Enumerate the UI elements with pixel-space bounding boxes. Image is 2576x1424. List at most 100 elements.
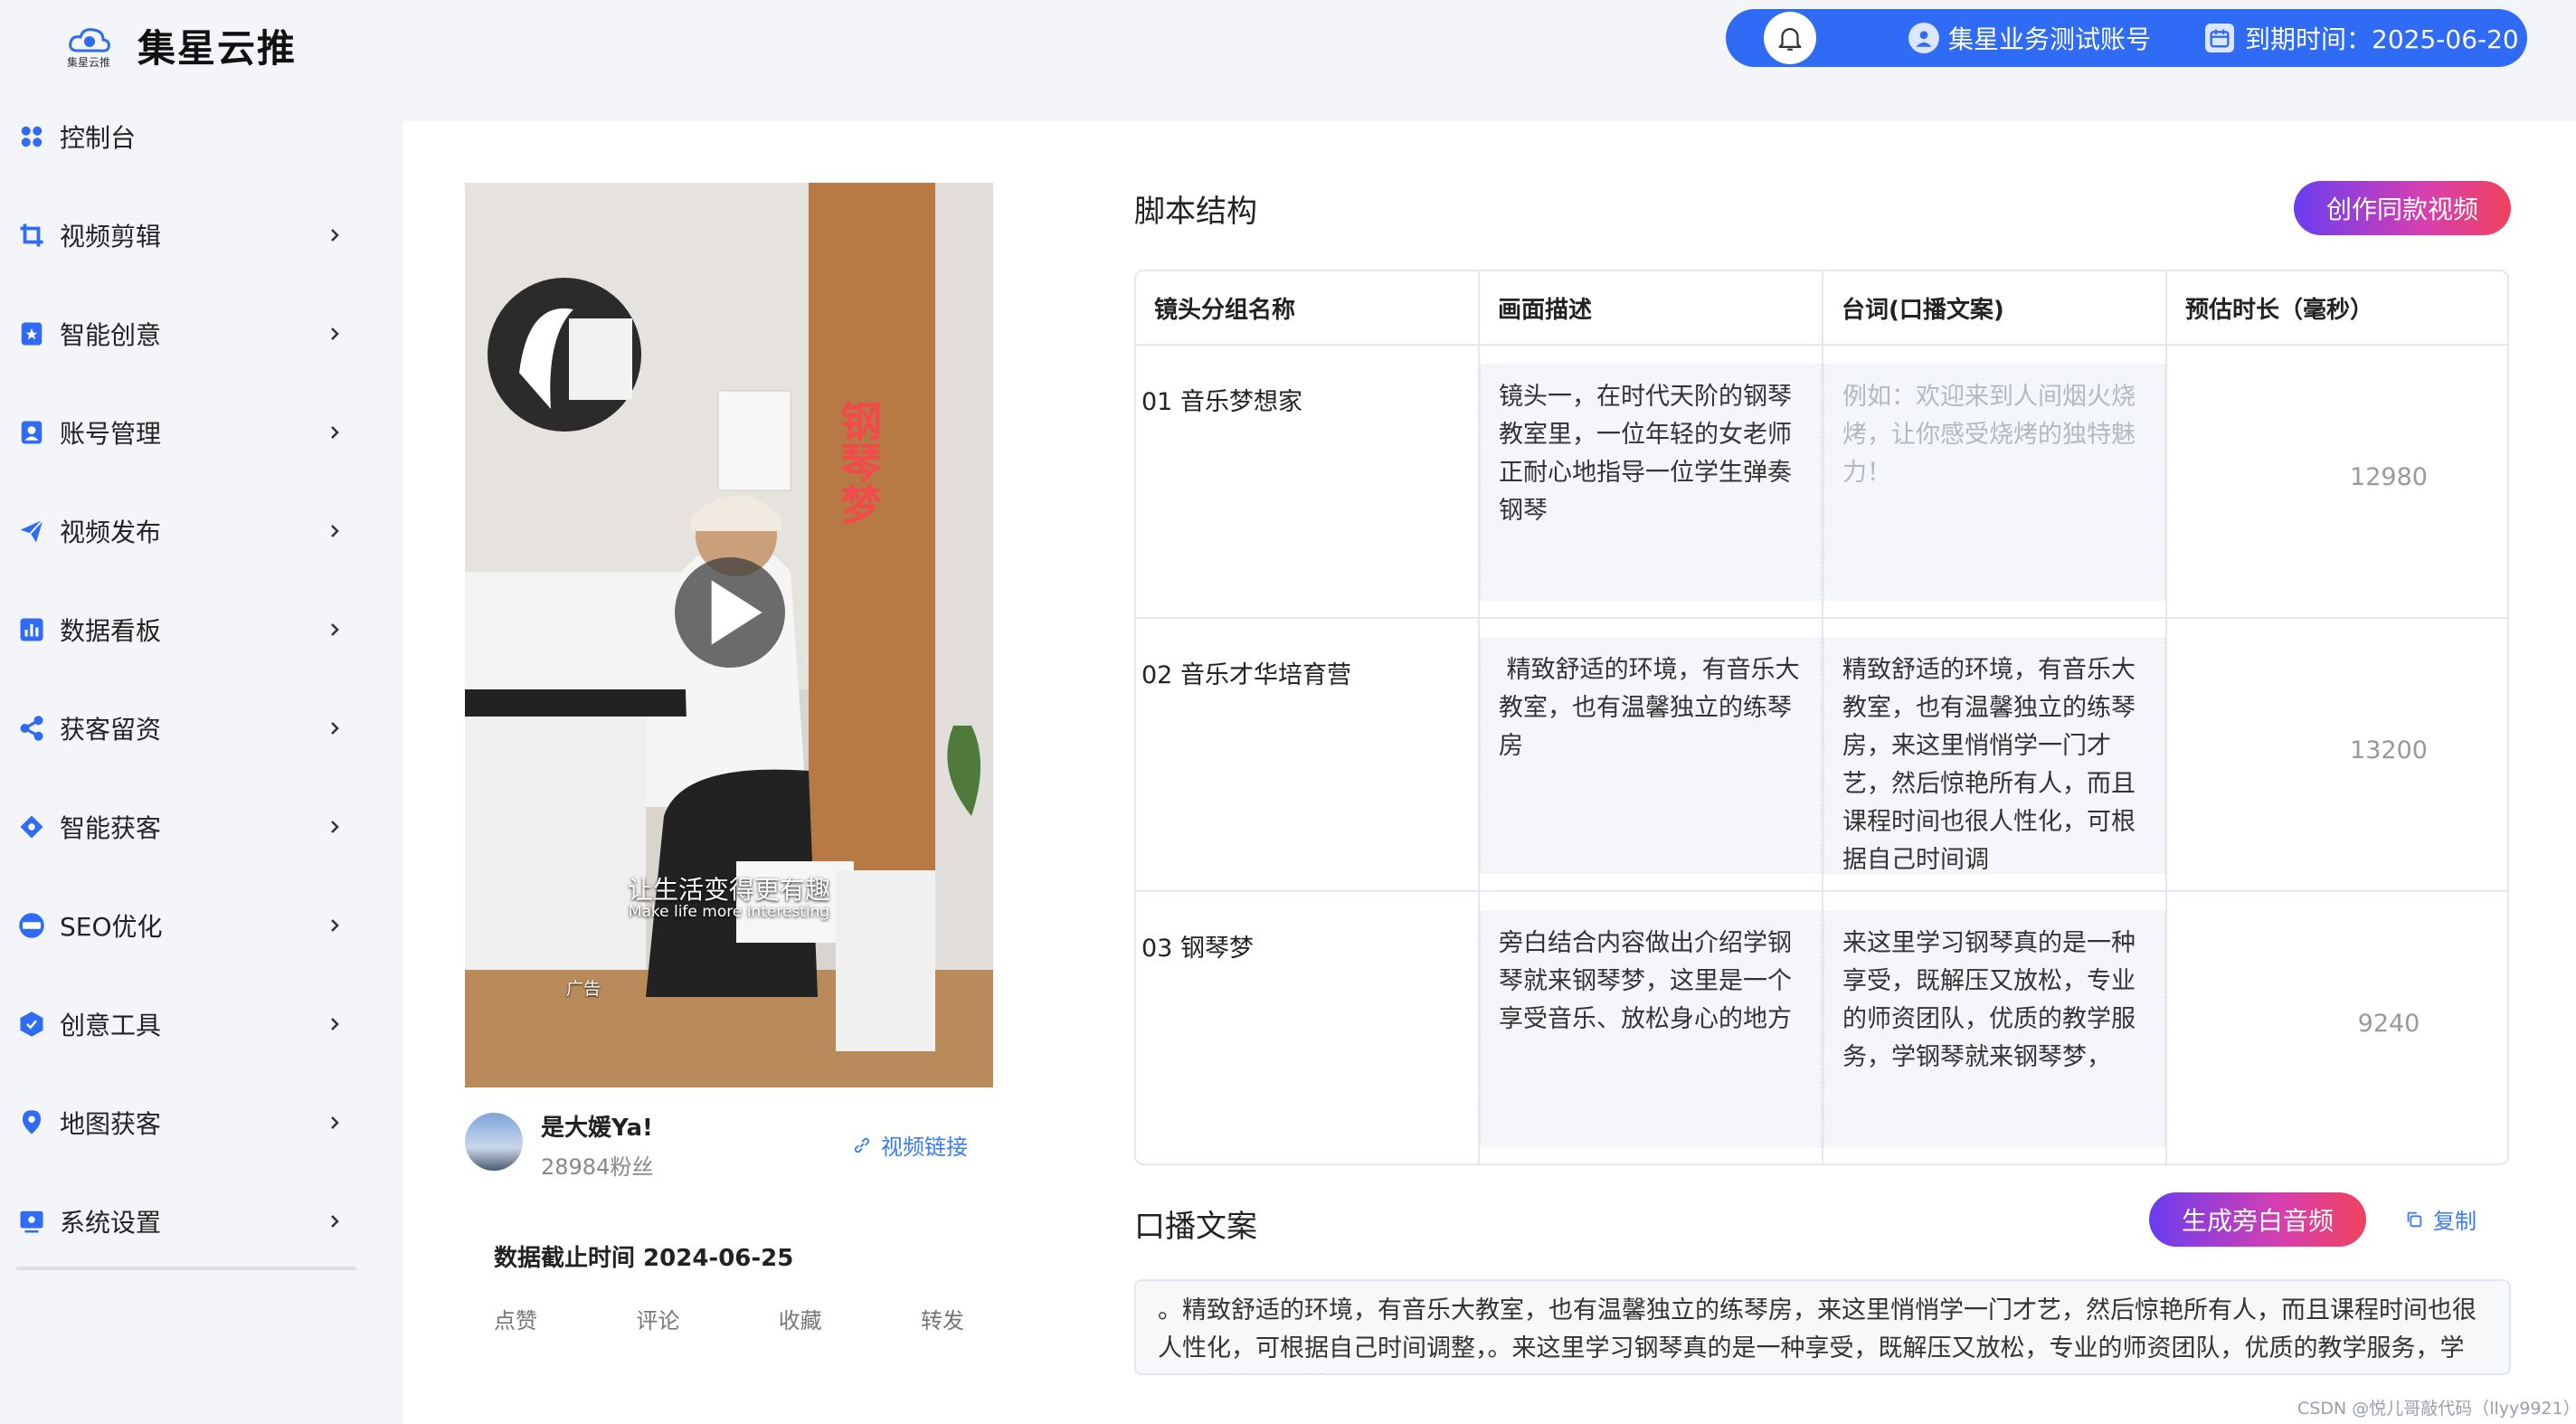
sidebar-item-accounts[interactable]: 账号管理	[0, 401, 380, 464]
sidebar-item-data-board[interactable]: 数据看板	[0, 598, 380, 661]
sidebar-item-video-edit[interactable]: 视频剪辑	[0, 204, 380, 267]
row-duration[interactable]: 13200	[2267, 736, 2507, 764]
table-row: 01 音乐梦想家 镜头一，在时代天阶的钢琴教室里，一位年轻的女老师正耐心地指导一…	[1136, 346, 2507, 619]
sidebar-item-label: 账号管理	[60, 419, 162, 449]
sidebar-item-label: 系统设置	[60, 1208, 162, 1238]
table-row: 03 钢琴梦 旁白结合内容做出介绍学钢琴就来钢琴梦，这里是一个享受音乐、放松身心…	[1136, 892, 2507, 1163]
chevron-right-icon	[331, 328, 339, 340]
video-preview[interactable]: 钢琴梦 让生活变得更有趣 Make life more interesting …	[465, 183, 993, 1087]
expire-date: 到期时间：2025-06-20	[2245, 24, 2519, 54]
sidebar-item-smart-creative[interactable]: 智能创意	[0, 302, 380, 365]
author-fans: 28984粉丝	[541, 1154, 654, 1180]
sidebar-item-label: SEO优化	[60, 912, 163, 942]
row-group-name: 02 音乐才华培育营	[1141, 661, 1351, 689]
script-title: 脚本结构	[1134, 194, 1257, 230]
watermark: CSDN @悦儿哥敲代码（llyy9921）	[2297, 1399, 2576, 1419]
sidebar-item-label: 数据看板	[60, 616, 162, 646]
sidebar-item-creative-tools[interactable]: 创意工具	[0, 992, 380, 1056]
stat-comments-label: 评论	[636, 1308, 680, 1334]
chevron-right-icon	[331, 722, 339, 735]
stat-likes-label: 点赞	[494, 1308, 537, 1334]
chevron-right-icon	[331, 525, 339, 537]
generate-audio-button[interactable]: 生成旁白音频	[2149, 1192, 2366, 1247]
cloud-logo-icon: 集星云推	[67, 24, 112, 69]
sidebar-divider	[16, 1267, 356, 1270]
chevron-right-icon	[331, 1116, 339, 1129]
star-badge-icon	[16, 318, 47, 349]
sidebar-item-settings[interactable]: 系统设置	[0, 1190, 380, 1253]
row-desc-input[interactable]: 镜头一，在时代天阶的钢琴教室里，一位年轻的女老师正耐心地指导一位学生弹奏钢琴	[1480, 364, 1822, 601]
chevron-right-icon	[331, 821, 339, 833]
row-group-name: 01 音乐梦想家	[1141, 388, 1302, 416]
sidebar-item-label: 视频剪辑	[60, 222, 162, 252]
script-table: 镜头分组名称 画面描述 台词(口播文案) 预估时长（毫秒） 01 音乐梦想家 镜…	[1134, 270, 2509, 1165]
video-link-label: 视频链接	[881, 1134, 968, 1160]
sign-text: 钢琴梦	[834, 400, 883, 525]
sidebar-item-label: 创意工具	[60, 1011, 162, 1040]
stats-date: 数据截止时间 2024-06-25	[494, 1245, 794, 1272]
chevron-right-icon	[331, 919, 339, 932]
stat-favorites-label: 收藏	[778, 1308, 822, 1334]
stats-row: 点赞 评论 收藏 转发	[494, 1303, 964, 1334]
account-card-icon	[16, 417, 47, 448]
user-icon	[1908, 23, 1939, 53]
paper-plane-icon	[16, 516, 47, 546]
header: 集星云推 集星云推 集星业务测试账号 到期时间：2025-06-20	[0, 0, 2576, 112]
play-icon	[711, 580, 762, 645]
video-link[interactable]: 视频链接	[852, 1129, 968, 1161]
notification-bell-icon[interactable]	[1764, 12, 1816, 64]
author-name: 是大媛Ya!	[541, 1115, 653, 1142]
link-icon	[854, 1137, 870, 1153]
create-same-video-button[interactable]: 创作同款视频	[2294, 181, 2511, 235]
chevron-right-icon	[331, 229, 339, 242]
cross-nodes-icon	[16, 812, 47, 842]
sidebar-item-label: 智能获客	[60, 813, 162, 843]
sidebar-item-lead-capture[interactable]: 获客留资	[0, 697, 380, 760]
account-menu[interactable]: 集星业务测试账号	[1908, 20, 2151, 56]
sidebar-item-dashboard[interactable]: 控制台	[0, 105, 380, 168]
bar-chart-icon	[16, 614, 47, 645]
table-row: 02 音乐才华培育营 精致舒适的环境，有音乐大教室，也有温馨独立的练琴房 精致舒…	[1136, 619, 2507, 892]
calendar-icon	[2205, 24, 2235, 52]
sidebar-item-video-publish[interactable]: 视频发布	[0, 499, 380, 563]
row-duration[interactable]: 9240	[2267, 1010, 2507, 1038]
grid-icon	[16, 121, 47, 152]
brand-title: 集星云推	[137, 26, 298, 71]
row-line-input[interactable]: 例如：欢迎来到人间烟火烧烤，让你感受烧烤的独特魅力！	[1823, 364, 2165, 601]
seo-icon	[16, 910, 47, 941]
sidebar-item-seo[interactable]: SEO优化	[0, 894, 380, 957]
copy-label: 复制	[2433, 1209, 2477, 1234]
map-pin-icon	[16, 1107, 47, 1138]
copy-icon	[2407, 1211, 2422, 1227]
row-desc-input[interactable]: 旁白结合内容做出介绍学钢琴就来钢琴梦，这里是一个享受音乐、放松身心的地方	[1480, 910, 1822, 1147]
stat-shares-label: 转发	[920, 1308, 964, 1334]
play-button[interactable]	[675, 557, 785, 668]
row-line-input[interactable]: 来这里学习钢琴真的是一种享受，既解压又放松，专业的师资团队，优质的教学服务，学钢…	[1823, 910, 2165, 1147]
ad-tag: 广告	[566, 979, 601, 999]
copy-button[interactable]: 复制	[2404, 1203, 2477, 1235]
narration-textarea[interactable]: 。精致舒适的环境，有音乐大教室，也有温馨独立的练琴房，来这里悄悄学一门才艺，然后…	[1134, 1279, 2511, 1375]
chevron-right-icon	[331, 1215, 339, 1228]
expire-info: 到期时间：2025-06-20	[2205, 20, 2519, 56]
sidebar-item-label: 获客留资	[60, 715, 162, 745]
avatar[interactable]	[465, 1113, 523, 1171]
row-line-input[interactable]: 精致舒适的环境，有音乐大教室，也有温馨独立的练琴房，来这里悄悄学一门才艺，然后惊…	[1823, 637, 2165, 874]
narration-title: 口播文案	[1134, 1209, 1257, 1245]
row-duration[interactable]: 12980	[2267, 463, 2507, 491]
sidebar-item-smart-acquisition[interactable]: 智能获客	[0, 795, 380, 859]
table-header-desc: 画面描述	[1480, 271, 1823, 346]
row-group-name: 03 钢琴梦	[1141, 935, 1254, 963]
sidebar-item-map-acquisition[interactable]: 地图获客	[0, 1091, 380, 1154]
table-header-group: 镜头分组名称	[1136, 271, 1480, 346]
sidebar-item-label: 控制台	[60, 123, 137, 153]
share-nodes-icon	[16, 713, 47, 744]
brand-logo[interactable]: 集星云推 集星云推	[67, 18, 297, 73]
table-header-duration: 预估时长（毫秒）	[2167, 271, 2507, 346]
row-desc-input[interactable]: 精致舒适的环境，有音乐大教室，也有温馨独立的练琴房	[1480, 637, 1822, 874]
chevron-right-icon	[331, 1018, 339, 1030]
chevron-right-icon	[331, 623, 339, 636]
table-header-line: 台词(口播文案)	[1823, 271, 2167, 346]
account-name: 集星业务测试账号	[1948, 24, 2152, 54]
video-subtitle-cn: 让生活变得更有趣	[627, 875, 830, 905]
sidebar-item-label: 智能创意	[60, 320, 162, 350]
